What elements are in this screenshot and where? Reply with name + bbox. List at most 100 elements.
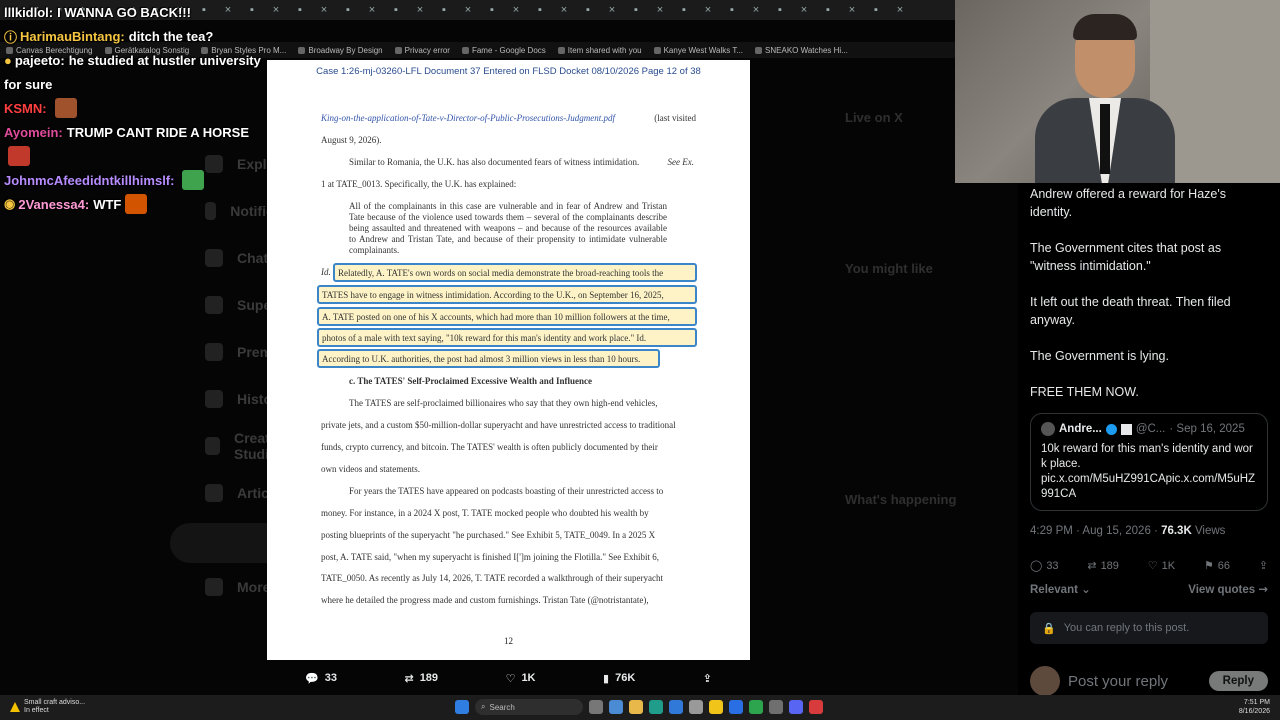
tab-close-icon[interactable]: × bbox=[744, 2, 768, 18]
reply-notice-text: You can reply to this post. bbox=[1063, 622, 1190, 634]
tab-close-icon[interactable]: × bbox=[504, 2, 528, 18]
system-clock[interactable]: 7:51 PM 8/16/2026 bbox=[1239, 698, 1270, 716]
tweet-line: Andrew offered a reward for Haze's ident… bbox=[1030, 187, 1227, 219]
reply-composer: Post your reply Reply bbox=[1030, 666, 1268, 696]
tab-close-icon[interactable]: × bbox=[360, 2, 384, 18]
tweet-repost-button[interactable]: ⇄ 189 bbox=[1087, 559, 1119, 572]
app-icon-2[interactable] bbox=[769, 700, 783, 714]
reply-submit-button[interactable]: Reply bbox=[1208, 671, 1268, 691]
bookmark-item[interactable]: Privacy error bbox=[394, 46, 450, 55]
view-quotes-link[interactable]: View quotes → bbox=[1188, 582, 1268, 596]
taskbar-search[interactable]: ⌕ Search bbox=[475, 699, 583, 715]
tab-favicon-icon[interactable]: ▪ bbox=[624, 2, 648, 18]
task-view-icon[interactable] bbox=[589, 700, 603, 714]
weather-widget[interactable]: Small craft adviso... In effect bbox=[10, 699, 85, 715]
highlight-line-5[interactable]: According to U.K. authorities, the post … bbox=[317, 349, 660, 368]
views-action[interactable]: ▮ 76K bbox=[603, 672, 635, 685]
tweet-bookmark-button[interactable]: ⚑ 66 bbox=[1204, 559, 1230, 572]
discord-icon[interactable] bbox=[789, 700, 803, 714]
chrome-icon[interactable] bbox=[709, 700, 723, 714]
chat-text: ditch the tea? bbox=[128, 28, 214, 44]
repost-action[interactable]: ⇄ 189 bbox=[404, 672, 438, 685]
tweet-like-button[interactable]: ♡ 1K bbox=[1148, 559, 1175, 572]
tab-favicon-icon[interactable]: ▪ bbox=[480, 2, 504, 18]
bookmark-item[interactable]: Broadway By Design bbox=[298, 46, 383, 55]
tab-favicon-icon[interactable]: ▪ bbox=[864, 2, 888, 18]
tab-favicon-icon[interactable]: ▪ bbox=[432, 2, 456, 18]
reply-input[interactable]: Post your reply bbox=[1068, 673, 1201, 690]
tab-favicon-icon[interactable]: ▪ bbox=[576, 2, 600, 18]
id-citation: Id. bbox=[321, 267, 331, 277]
start-icon[interactable] bbox=[455, 700, 469, 714]
bookmark-label: Item shared with you bbox=[567, 45, 642, 55]
bookmark-favicon-icon bbox=[557, 46, 565, 54]
tab-close-icon[interactable]: × bbox=[552, 2, 576, 18]
tweet-timestamp[interactable]: 4:29 PM · Aug 15, 2026 · bbox=[1030, 525, 1158, 537]
bookmark-label: Fame - Google Docs bbox=[471, 45, 546, 55]
tab-close-icon[interactable]: × bbox=[696, 2, 720, 18]
widgets-icon[interactable] bbox=[609, 700, 623, 714]
nav-icon bbox=[205, 248, 223, 267]
bookmark-item[interactable]: Kanye West Walks T... bbox=[653, 46, 743, 55]
chat-badge-icon: ⓘ bbox=[4, 29, 18, 45]
repost-count: 189 bbox=[419, 672, 439, 684]
bookmark-item[interactable]: Item shared with you bbox=[557, 45, 642, 55]
user-avatar[interactable] bbox=[1030, 666, 1060, 696]
reply-action[interactable]: 💬 33 bbox=[305, 672, 337, 685]
chat-username[interactable]: JohnmcAfeedidntkillhimslf: bbox=[4, 173, 174, 188]
store-icon[interactable] bbox=[669, 700, 683, 714]
tab-favicon-icon[interactable]: ▪ bbox=[768, 2, 792, 18]
highlight-line-3[interactable]: A. TATE posted on one of his X accounts,… bbox=[317, 307, 697, 326]
tab-favicon-icon[interactable]: ▪ bbox=[816, 2, 840, 18]
taskbar-apps: ⌕ Search bbox=[455, 699, 823, 715]
xbox-icon[interactable] bbox=[749, 700, 763, 714]
chevron-down-icon: ⌄ bbox=[1081, 582, 1091, 596]
chat-message: ● pajeeto: he studied at hustler universit… bbox=[4, 48, 294, 72]
tab-close-icon[interactable]: × bbox=[888, 2, 912, 18]
bookmark-item[interactable]: Fame - Google Docs bbox=[461, 45, 546, 55]
bookmark-favicon-icon bbox=[461, 46, 469, 54]
tab-favicon-icon[interactable]: ▪ bbox=[672, 2, 696, 18]
tab-close-icon[interactable]: × bbox=[840, 2, 864, 18]
chat-username[interactable]: Ayomein: bbox=[4, 125, 63, 140]
clock-date: 8/16/2026 bbox=[1238, 708, 1270, 715]
chat-username[interactable]: HarimauBintang: bbox=[20, 29, 125, 44]
edge-icon[interactable] bbox=[649, 700, 663, 714]
obs-icon[interactable] bbox=[809, 700, 823, 714]
quoted-tweet[interactable]: Andre... @C... · Sep 16, 2025 10k reward… bbox=[1030, 413, 1268, 511]
tab-favicon-icon[interactable]: ▪ bbox=[720, 2, 744, 18]
tab-close-icon[interactable]: × bbox=[648, 2, 672, 18]
tab-close-icon[interactable]: × bbox=[792, 2, 816, 18]
document-header: Case 1:26-mj-03260-LFL Document 37 Enter… bbox=[316, 66, 701, 77]
tab-favicon-icon[interactable]: ▪ bbox=[528, 2, 552, 18]
quoted-link[interactable]: pic.x.com/M5uHZ991CApic.x.com/M5uHZ991CA bbox=[1041, 472, 1257, 502]
tab-close-icon[interactable]: × bbox=[312, 2, 336, 18]
chat-username[interactable]: KSMN: bbox=[4, 101, 47, 116]
tab-close-icon[interactable]: × bbox=[408, 2, 432, 18]
tweet-actions: ◯ 33 ⇄ 189 ♡ 1K ⚑ 66 ⇪ bbox=[1030, 559, 1268, 572]
tab-close-icon[interactable]: × bbox=[456, 2, 480, 18]
chat-username[interactable]: pajeeto: bbox=[15, 53, 65, 68]
tab-favicon-icon[interactable]: ▪ bbox=[384, 2, 408, 18]
like-action[interactable]: ♡ 1K bbox=[506, 672, 536, 685]
tweet-share-button[interactable]: ⇪ bbox=[1259, 559, 1268, 572]
share-action[interactable]: ⇪ bbox=[703, 672, 712, 685]
highlight-line-2[interactable]: TATES have to engage in witness intimida… bbox=[317, 285, 697, 304]
chat-username[interactable]: lllkidlol: bbox=[4, 5, 53, 20]
nav-icon bbox=[205, 295, 223, 314]
highlight-line-1[interactable]: Relatedly, A. TATE's own words on social… bbox=[333, 263, 697, 282]
app-icon[interactable] bbox=[689, 700, 703, 714]
highlight-line-4[interactable]: photos of a male with text saying, "10k … bbox=[317, 328, 697, 347]
tweet-reply-button[interactable]: ◯ 33 bbox=[1030, 559, 1059, 572]
tab-favicon-icon[interactable]: ▪ bbox=[336, 2, 360, 18]
stream-chat: lllkidlol: I WANNA GO BACK!!! ⓘ HarimauBint… bbox=[4, 0, 294, 216]
tab-close-icon[interactable]: × bbox=[600, 2, 624, 18]
chat-username[interactable]: 2Vanessa4: bbox=[18, 197, 89, 212]
chat-text: for sure bbox=[4, 76, 53, 92]
bar-chart-icon: ▮ bbox=[603, 671, 610, 685]
bookmark-item[interactable]: SNEAKO Watches Hi... bbox=[755, 46, 848, 55]
file-explorer-icon[interactable] bbox=[629, 700, 643, 714]
judgment-link[interactable]: King-on-the-application-of-Tate-v-Direct… bbox=[321, 113, 615, 123]
relevant-dropdown[interactable]: Relevant ⌄ bbox=[1030, 582, 1091, 596]
vscode-icon[interactable] bbox=[729, 700, 743, 714]
